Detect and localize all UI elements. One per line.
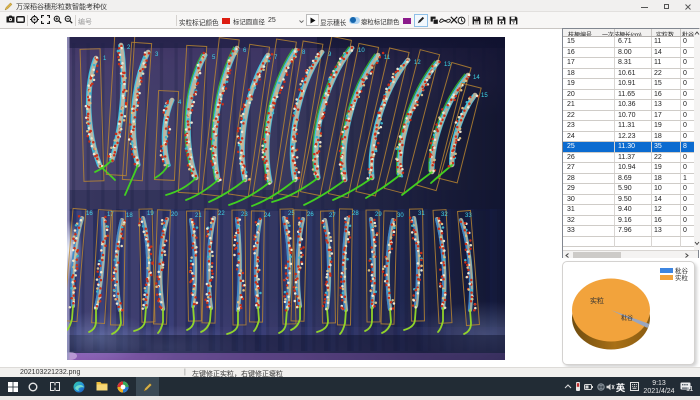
svg-text:10: 10 (358, 48, 365, 54)
svg-text:实粒: 实粒 (590, 296, 604, 305)
svg-text:30: 30 (397, 213, 404, 219)
svg-text:29: 29 (375, 212, 382, 218)
svg-text:实粒: 实粒 (675, 273, 689, 282)
svg-text:20: 20 (171, 212, 178, 218)
svg-text:17: 17 (107, 212, 114, 218)
svg-text:31: 31 (418, 211, 425, 217)
svg-text:28: 28 (352, 211, 359, 217)
svg-text:23: 23 (241, 212, 248, 218)
svg-text:?: ? (512, 20, 515, 25)
svg-text:秕谷: 秕谷 (675, 266, 689, 275)
svg-text:33: 33 (465, 213, 472, 219)
svg-text:21: 21 (195, 213, 202, 219)
svg-text:32: 32 (441, 212, 448, 218)
svg-text:16: 16 (86, 211, 93, 217)
svg-text:22: 22 (218, 211, 225, 217)
svg-text:18: 18 (126, 213, 133, 219)
svg-text:26: 26 (307, 212, 314, 218)
svg-text:14: 14 (473, 75, 480, 81)
svg-text:27: 27 (329, 213, 336, 219)
svg-text:秕谷: 秕谷 (621, 314, 633, 322)
svg-text:15: 15 (481, 93, 488, 99)
svg-text:24: 24 (264, 213, 271, 219)
svg-text:19: 19 (147, 211, 154, 217)
